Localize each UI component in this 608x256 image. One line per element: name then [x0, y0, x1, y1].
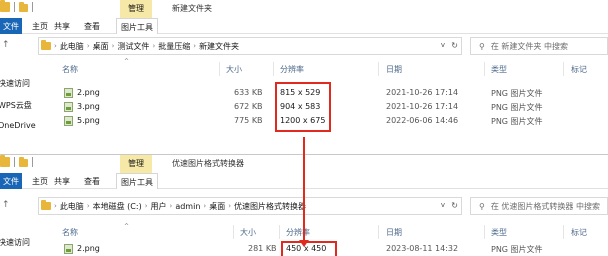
quick-access-toolbar [0, 0, 33, 12]
file-name: 3.png [77, 102, 100, 111]
tab-share[interactable]: 共享 [54, 21, 70, 32]
search-placeholder: 在 优速图片格式转换器 中搜索 [490, 201, 600, 211]
search-box[interactable]: ⚲ 在 优速图片格式转换器 中搜索 [470, 197, 608, 215]
breadcrumb-item[interactable]: 本地磁盘 (C:) [93, 201, 142, 212]
context-tab-manage[interactable]: 管理 [120, 0, 152, 18]
folder-icon [41, 200, 51, 210]
address-row: ↑ › 此电脑 › 桌面 › 测试文件 › 批量压缩 › 新建文件夹 v ↻ ⚲… [0, 35, 608, 57]
breadcrumb-item[interactable]: 测试文件 [117, 41, 149, 52]
file-type: PNG 图片文件 [491, 117, 543, 126]
up-arrow-icon[interactable]: ↑ [2, 40, 10, 50]
file-date: 2021-10-26 17:14 [386, 102, 459, 111]
search-box[interactable]: ⚲ 在 新建文件夹 中搜索 [470, 37, 608, 55]
tab-picture-tools[interactable]: 图片工具 [116, 173, 158, 189]
refresh-icon[interactable]: ↻ [451, 41, 458, 50]
sort-up-icon: ^ [124, 223, 130, 230]
png-file-icon [64, 88, 73, 98]
column-header-size[interactable]: 大小 [240, 227, 256, 238]
file-name: 5.png [77, 116, 100, 125]
folder-icon [41, 40, 51, 50]
sort-up-icon: ^ [124, 58, 130, 65]
refresh-icon[interactable]: ↻ [451, 201, 458, 210]
file-size: 672 KB [234, 102, 263, 111]
breadcrumb-item[interactable]: 此电脑 [60, 41, 84, 52]
column-header-row: ^ 名称 大小 分辨率 日期 类型 标记 [0, 58, 608, 78]
tab-view[interactable]: 查看 [84, 176, 100, 187]
breadcrumb-item[interactable]: 桌面 [209, 201, 225, 212]
tab-view[interactable]: 查看 [84, 21, 100, 32]
folder-icon [0, 155, 10, 167]
search-placeholder: 在 新建文件夹 中搜索 [490, 41, 568, 51]
file-date: 2023-08-11 14:32 [386, 244, 459, 253]
breadcrumb-item[interactable]: 新建文件夹 [199, 41, 239, 52]
chevron-down-icon[interactable]: v [441, 201, 445, 209]
file-size: 775 KB [234, 116, 263, 125]
breadcrumb-item[interactable]: 用户 [151, 201, 167, 212]
column-header-size[interactable]: 大小 [226, 64, 242, 75]
file-name: 2.png [77, 88, 100, 97]
folder-icon[interactable] [19, 2, 28, 12]
column-header-tags[interactable]: 标记 [571, 64, 587, 75]
column-header-date[interactable]: 日期 [386, 227, 402, 238]
tab-home[interactable]: 主页 [32, 176, 48, 187]
breadcrumb-item[interactable]: 此电脑 [60, 201, 84, 212]
address-bar[interactable]: › 此电脑 › 桌面 › 测试文件 › 批量压缩 › 新建文件夹 v ↻ [38, 37, 462, 55]
column-header-resolution[interactable]: 分辨率 [286, 227, 310, 238]
column-header-date[interactable]: 日期 [386, 64, 402, 75]
resolution-highlight-box [275, 82, 331, 132]
window-title: 新建文件夹 [172, 4, 212, 13]
quick-access-toolbar [0, 155, 33, 167]
file-date: 2022-06-06 14:46 [386, 116, 459, 125]
chevron-down-icon[interactable]: v [441, 41, 445, 49]
window-title: 优速图片格式转换器 [172, 159, 244, 168]
search-icon: ⚲ [479, 201, 485, 211]
breadcrumb-item[interactable]: 批量压缩 [158, 41, 190, 52]
breadcrumb-item[interactable]: 优速图片格式转换器 [234, 201, 306, 212]
column-header-tags[interactable]: 标记 [571, 227, 587, 238]
explorer-window-1: 管理 新建文件夹 文件 主页 共享 查看 图片工具 ↑ › 此电脑 › 桌面 ›… [0, 0, 608, 152]
resolution-highlight-box [281, 241, 337, 256]
address-bar[interactable]: › 此电脑 › 本地磁盘 (C:) › 用户 › admin › 桌面 › 优速… [38, 197, 462, 215]
tab-share[interactable]: 共享 [54, 176, 70, 187]
folder-icon[interactable] [19, 157, 28, 167]
title-bar: 管理 新建文件夹 [0, 0, 608, 18]
folder-icon [0, 0, 10, 12]
file-size: 633 KB [234, 88, 263, 97]
column-header-resolution[interactable]: 分辨率 [280, 64, 304, 75]
file-type: PNG 图片文件 [491, 89, 543, 98]
up-arrow-icon[interactable]: ↑ [2, 200, 10, 210]
png-file-icon [64, 244, 73, 254]
file-name: 2.png [77, 244, 100, 253]
tab-home[interactable]: 主页 [32, 21, 48, 32]
tab-picture-tools[interactable]: 图片工具 [116, 18, 158, 34]
tab-file[interactable]: 文件 [0, 18, 22, 34]
png-file-icon [64, 116, 73, 126]
file-date: 2021-10-26 17:14 [386, 88, 459, 97]
tab-file[interactable]: 文件 [0, 173, 22, 189]
file-size: 281 KB [248, 244, 277, 253]
column-header-name[interactable]: 名称 [62, 64, 78, 75]
ribbon-tabs: 文件 主页 共享 查看 图片工具 [0, 18, 608, 34]
breadcrumb-item[interactable]: admin [175, 202, 200, 211]
search-icon: ⚲ [479, 41, 485, 51]
column-header-type[interactable]: 类型 [491, 227, 507, 238]
column-header-type[interactable]: 类型 [491, 64, 507, 75]
red-arrow-head-icon [299, 240, 309, 247]
red-arrow-line [303, 137, 305, 240]
png-file-icon [64, 102, 73, 112]
context-tab-manage[interactable]: 管理 [120, 155, 152, 173]
file-type: PNG 图片文件 [491, 103, 543, 112]
file-type: PNG 图片文件 [491, 245, 543, 254]
breadcrumb-item[interactable]: 桌面 [93, 41, 109, 52]
column-header-name[interactable]: 名称 [62, 227, 78, 238]
